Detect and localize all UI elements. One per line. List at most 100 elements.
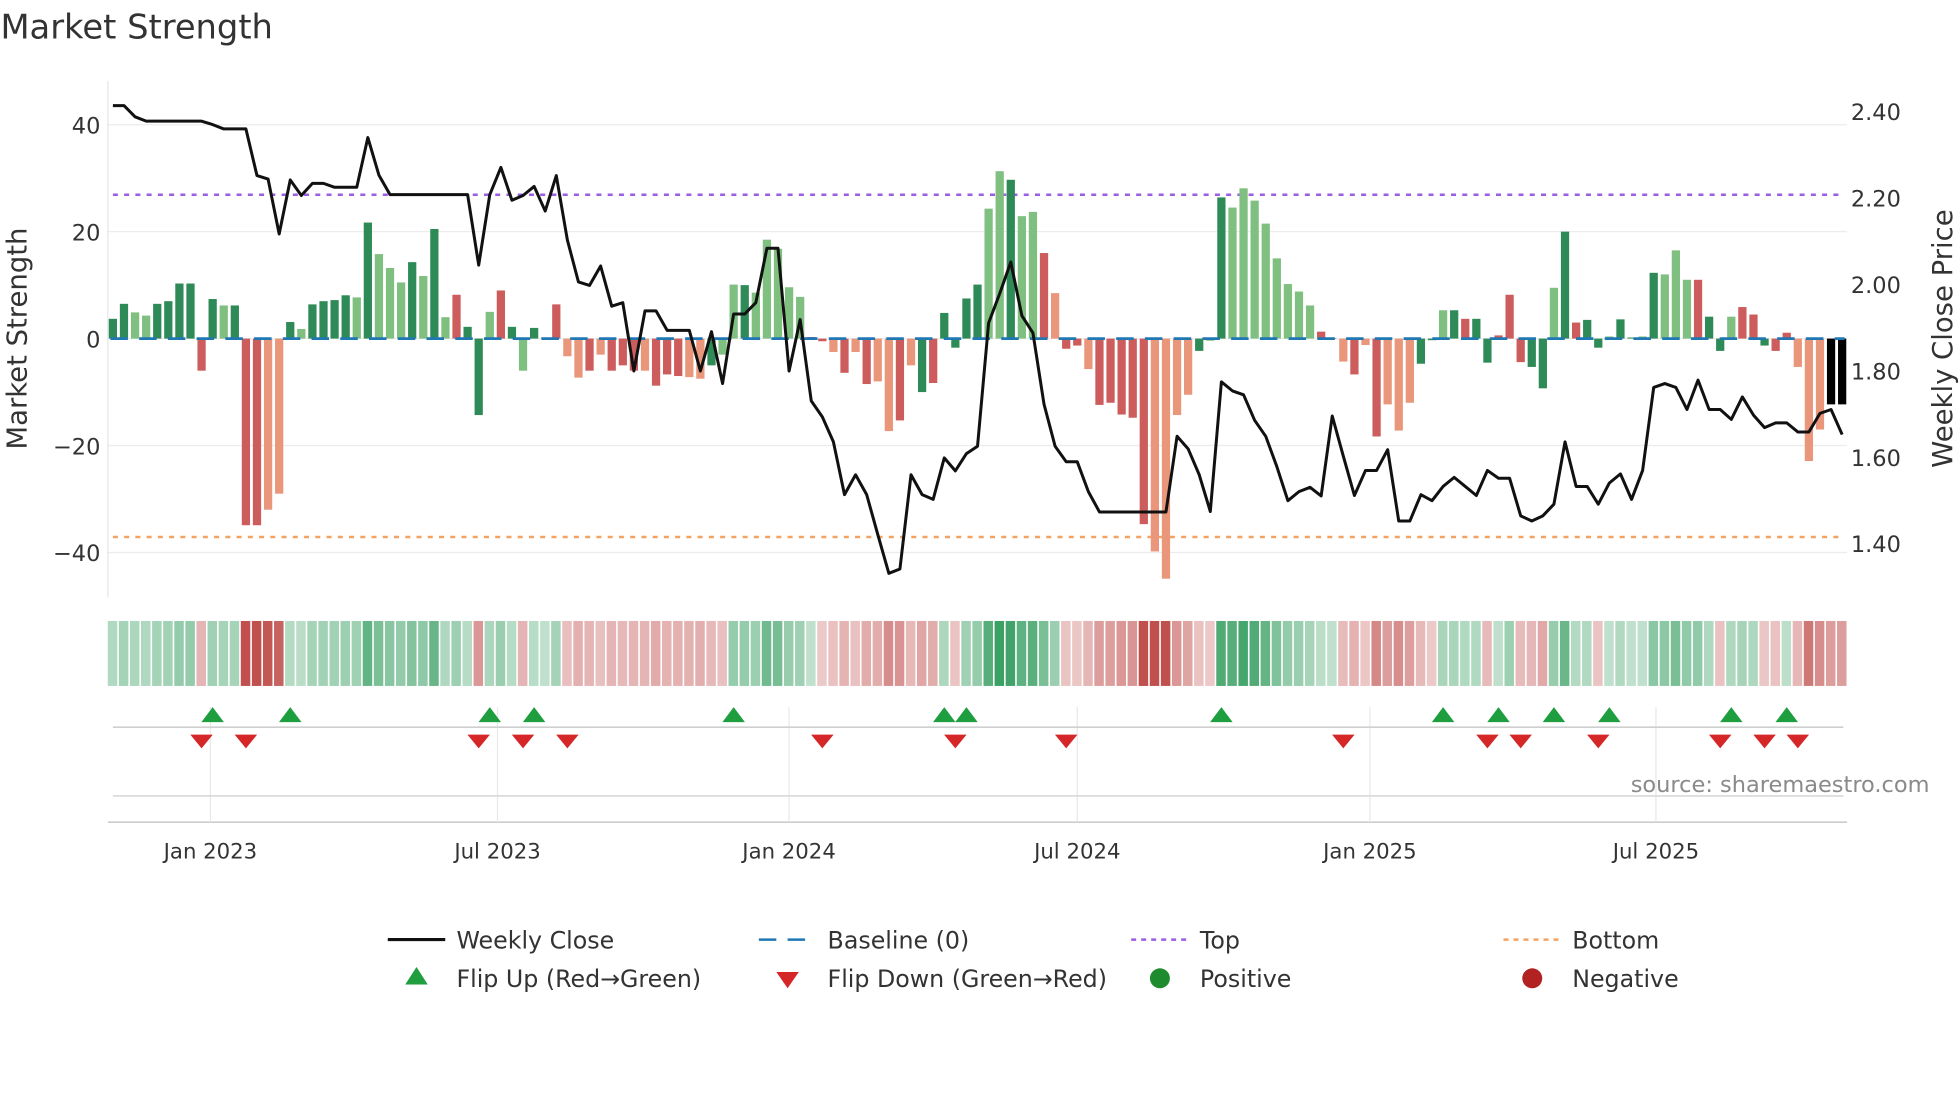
strength-strip-cell	[994, 620, 1005, 686]
strength-bar	[1727, 316, 1736, 339]
strength-strip-cell	[1449, 620, 1459, 686]
strength-bar	[130, 312, 140, 339]
strength-bar	[1128, 338, 1137, 418]
strength-bar	[929, 338, 938, 383]
strength-bar	[352, 297, 361, 339]
strength-bar	[840, 338, 849, 373]
right-tick-label: 2.20	[1851, 186, 1901, 212]
legend-label: Negative	[1572, 965, 1678, 993]
strength-bar	[1239, 188, 1248, 339]
strength-strip-cell	[1260, 620, 1271, 686]
strength-bar	[1671, 250, 1680, 339]
strength-strip-cell	[1659, 620, 1670, 686]
strength-strip-cell	[795, 620, 805, 686]
market-strength-chart: Market Strength 40 20 0 −20 −40 2.40 2.20 2.00 1…	[0, 8, 1959, 993]
strength-bar	[319, 301, 328, 339]
strength-bar	[263, 338, 273, 510]
strength-bar	[618, 338, 627, 366]
flip-up-marker	[1775, 707, 1798, 723]
strength-bar	[485, 311, 494, 339]
x-tick-label: Jan 2024	[740, 839, 836, 864]
strength-strip-cell	[407, 620, 417, 686]
strength-bar	[1195, 338, 1204, 351]
flip-down-marker	[1587, 734, 1610, 749]
left-axis-title: Market Strength	[2, 228, 34, 450]
strength-bar	[1682, 279, 1692, 339]
strength-strip-cell	[1160, 620, 1171, 686]
strength-bar	[1505, 294, 1514, 339]
legend-label: Flip Up (Red→Green)	[456, 965, 701, 993]
strength-strip-cell	[1404, 620, 1415, 686]
strength-bar	[818, 338, 827, 342]
strength-bar	[1106, 338, 1115, 403]
strength-strip-cell	[1083, 620, 1093, 686]
x-tick-label: Jul 2025	[1611, 839, 1699, 864]
strength-strip-cell	[628, 620, 639, 686]
strength-strip-cell	[717, 620, 727, 686]
strength-strip-cell	[706, 620, 716, 686]
strength-bar	[119, 303, 129, 339]
strength-strip-cell	[839, 620, 849, 686]
right-tick-label: 1.40	[1851, 532, 1901, 558]
strength-strip-cell	[1748, 620, 1758, 686]
strength-bar	[175, 283, 184, 339]
strength-strip-cell	[1327, 620, 1337, 686]
strength-strip-cell	[861, 620, 872, 686]
strength-bar	[862, 338, 871, 385]
strength-strip-cell	[1515, 620, 1526, 686]
strength-strip-cell	[1127, 620, 1138, 686]
strength-strip-cell	[1837, 620, 1847, 686]
strength-strip-cell	[1105, 620, 1115, 686]
strength-bar	[1305, 305, 1315, 339]
strength-bar	[552, 304, 561, 339]
strength-bar	[1228, 207, 1237, 339]
strength-bar	[1172, 338, 1182, 416]
axes: 40 20 0 −20 −40 2.40 2.20 2.00 1.80 1.60 1.40 Jan 2…	[53, 81, 1901, 864]
strength-strip-cell	[1670, 620, 1681, 686]
strength-strip-cell	[1382, 620, 1393, 686]
strength-strip-cell	[1116, 620, 1126, 686]
strength-bar	[430, 228, 439, 339]
legend-label: Baseline (0)	[828, 926, 970, 954]
strength-bar	[1006, 179, 1015, 339]
strength-strip-cell	[961, 620, 971, 686]
strength-strip-cell	[462, 620, 472, 686]
strength-strip-cell	[340, 620, 351, 686]
flip-down-marker	[1708, 734, 1732, 749]
strength-strip-cell	[1437, 620, 1448, 686]
strength-strip-cell	[174, 620, 184, 686]
strength-bar	[197, 338, 206, 371]
strength-strip-cell	[296, 620, 306, 686]
strength-strip-cell	[1604, 620, 1614, 686]
strength-bar	[1383, 338, 1392, 405]
strength-strip-cell	[1249, 620, 1260, 686]
flip-down-marker	[190, 734, 213, 749]
strength-bar	[518, 338, 528, 371]
flip-down-marker	[811, 734, 834, 749]
strength-strip-cell	[783, 620, 794, 686]
right-tick-label: 1.80	[1851, 359, 1901, 385]
strength-strip-cell	[152, 620, 162, 686]
strength-bar	[1549, 287, 1559, 339]
strength-bar	[1738, 307, 1747, 339]
strength-strip-cell	[1570, 620, 1581, 686]
flip-up-marker	[1598, 707, 1621, 723]
flip-down-marker	[1332, 734, 1355, 749]
strength-strip-cell	[118, 620, 129, 686]
strength-bar	[563, 338, 572, 357]
strength-strip-cell	[218, 620, 229, 686]
strength-strip-cell	[1770, 620, 1781, 686]
strength-bar	[507, 326, 517, 339]
strength-bar	[275, 338, 284, 494]
strength-strip-cell	[384, 620, 395, 686]
strength-strip-cell	[540, 620, 550, 686]
strength-bar	[1272, 258, 1281, 339]
strength-strip-cell	[1781, 620, 1792, 686]
strength-strip-cell	[307, 620, 317, 686]
strength-strip-cell	[1038, 620, 1049, 686]
strength-bar	[385, 268, 395, 339]
strength-strip-cell	[684, 620, 694, 686]
strength-bar	[396, 282, 406, 339]
strength-strip-cell	[1393, 620, 1404, 686]
legend-circle-icon	[1149, 968, 1170, 989]
